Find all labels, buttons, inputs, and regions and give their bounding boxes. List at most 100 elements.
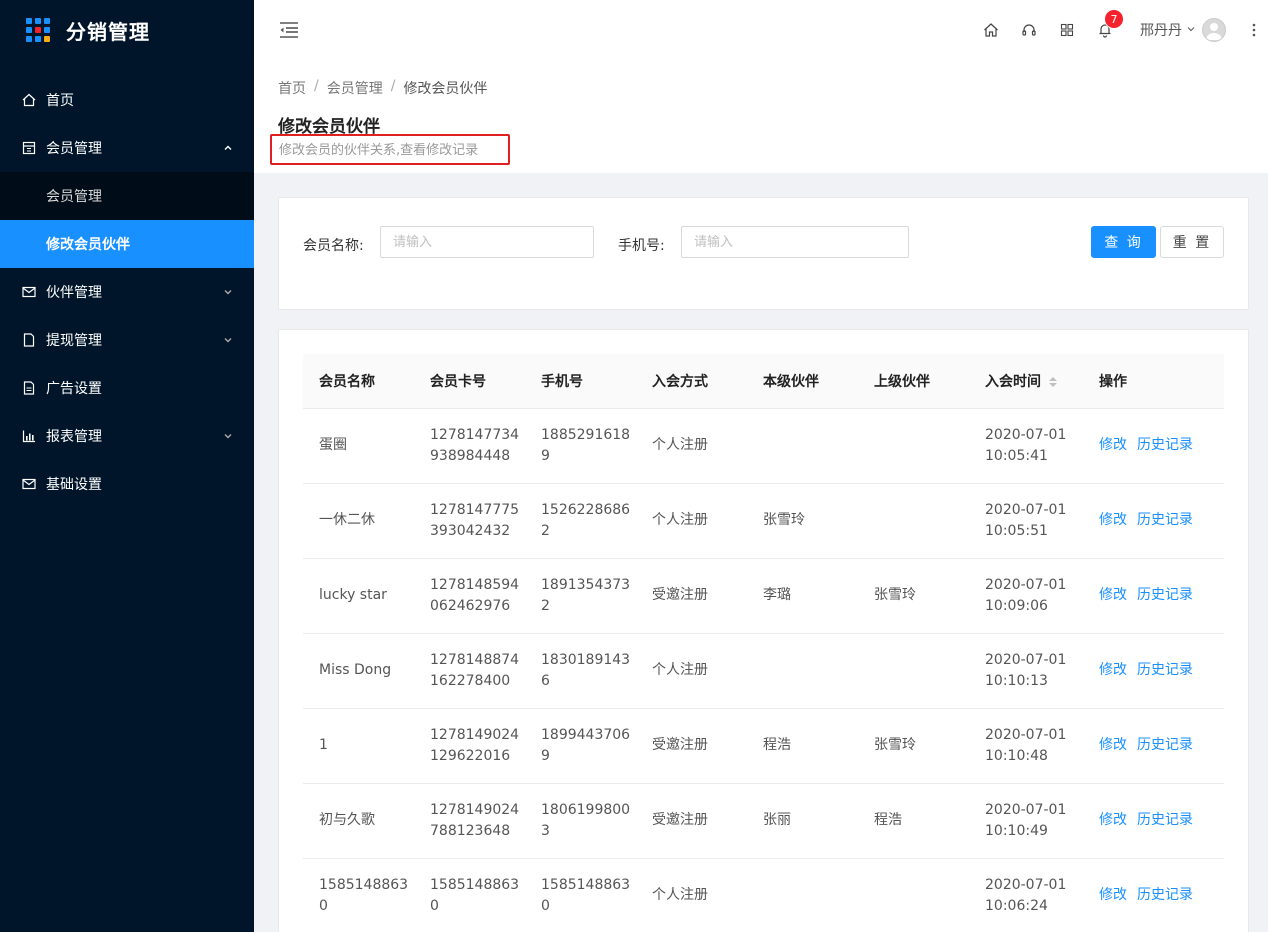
table-row: lucky star 1278148594062462976 18913543732… (303, 558, 1224, 634)
join-time: 10:10:49 (985, 822, 1048, 839)
breadcrumb-separator: / (314, 78, 319, 94)
cell-method: 个人注册 (636, 858, 747, 932)
cell-method: 个人注册 (636, 483, 747, 559)
sidebar-item-member-management[interactable]: 会员管理 (0, 124, 254, 172)
edit-link[interactable]: 修改 (1099, 737, 1127, 753)
cell-name: Miss Dong (303, 633, 414, 709)
headset-icon[interactable] (1020, 21, 1038, 39)
cell-partner: 李璐 (747, 558, 858, 634)
cell-card: 1278148594062462976 (414, 558, 525, 634)
query-button[interactable]: 查 询 (1091, 226, 1156, 258)
chevron-down-icon (222, 430, 234, 442)
cell-phone: 18913543732 (525, 558, 636, 634)
sidebar-subitem-edit-member-partner[interactable]: 修改会员伙伴 (0, 220, 254, 268)
cell-actions: 修改 历史记录 (1083, 633, 1224, 709)
more-vertical-icon[interactable] (1246, 22, 1262, 38)
sidebar-item-label: 伙伴管理 (46, 285, 102, 301)
breadcrumb: 首页 / 会员管理 / 修改会员伙伴 (278, 78, 1244, 98)
history-link[interactable]: 历史记录 (1137, 887, 1193, 903)
sidebar-item-basic-settings[interactable]: 基础设置 (0, 460, 254, 508)
cell-partner: 张丽 (747, 783, 858, 859)
join-time: 10:06:24 (985, 897, 1048, 914)
cell-phone: 18852916189 (525, 408, 636, 484)
sidebar-item-partner-management[interactable]: 伙伴管理 (0, 268, 254, 316)
menu-fold-icon[interactable] (278, 19, 300, 41)
sidebar-item-ad-settings[interactable]: 广告设置 (0, 364, 254, 412)
join-date: 2020-07-01 (985, 876, 1067, 893)
phone-input[interactable] (681, 226, 909, 258)
sidebar-item-label: 会员管理 (46, 141, 102, 157)
logo[interactable]: 分销管理 (0, 0, 254, 60)
mail-icon (22, 477, 36, 491)
sidebar-subitem-member-management[interactable]: 会员管理 (0, 172, 254, 220)
edit-link[interactable]: 修改 (1099, 437, 1127, 453)
submenu-member-management: 会员管理 修改会员伙伴 (0, 172, 254, 268)
history-link[interactable]: 历史记录 (1137, 812, 1193, 828)
sidebar-item-home[interactable]: 首页 (0, 76, 254, 124)
cell-name: 一休二休 (303, 483, 414, 559)
history-link[interactable]: 历史记录 (1137, 512, 1193, 528)
join-date: 2020-07-01 (985, 651, 1067, 668)
cell-join-time: 2020-07-01 10:10:49 (969, 783, 1083, 859)
user-name: 邢丹丹 (1140, 23, 1182, 39)
header-actions: 7 邢丹丹 (982, 0, 1268, 60)
cell-parent (858, 633, 969, 709)
cell-name: 15851488630 (303, 858, 414, 932)
breadcrumb-home[interactable]: 首页 (278, 78, 306, 98)
top-header: 7 邢丹丹 (254, 0, 1268, 60)
cell-join-time: 2020-07-01 10:05:41 (969, 408, 1083, 484)
sidebar-item-label: 首页 (46, 93, 74, 109)
appstore-icon[interactable] (1058, 21, 1076, 39)
cell-card: 1278147734938984448 (414, 408, 525, 484)
chevron-down-icon (1186, 22, 1196, 38)
cell-phone: 18061998003 (525, 783, 636, 859)
cell-parent (858, 858, 969, 932)
member-name-input[interactable] (380, 226, 594, 258)
sidebar-item-report-management[interactable]: 报表管理 (0, 412, 254, 460)
history-link[interactable]: 历史记录 (1137, 587, 1193, 603)
table-row: 蛋圈 1278147734938984448 18852916189 个人注册 2020… (303, 408, 1224, 484)
cell-method: 受邀注册 (636, 708, 747, 784)
cell-method: 个人注册 (636, 408, 747, 484)
edit-link[interactable]: 修改 (1099, 587, 1127, 603)
bar-chart-icon (22, 429, 36, 443)
join-date: 2020-07-01 (985, 501, 1067, 518)
cell-join-time: 2020-07-01 10:10:13 (969, 633, 1083, 709)
history-link[interactable]: 历史记录 (1137, 662, 1193, 678)
sidebar-item-label: 修改会员伙伴 (46, 237, 130, 253)
cell-join-time: 2020-07-01 10:06:24 (969, 858, 1083, 932)
history-link[interactable]: 历史记录 (1137, 737, 1193, 753)
cell-parent: 程浩 (858, 783, 969, 859)
sort-icon[interactable] (1049, 376, 1057, 387)
cell-name: 蛋圈 (303, 408, 414, 484)
breadcrumb-member-management[interactable]: 会员管理 (327, 78, 383, 98)
history-link[interactable]: 历史记录 (1137, 437, 1193, 453)
cell-method: 个人注册 (636, 633, 747, 709)
cell-name: 1 (303, 708, 414, 784)
cell-partner: 程浩 (747, 708, 858, 784)
chevron-down-icon (222, 334, 234, 346)
cell-actions: 修改 历史记录 (1083, 483, 1224, 559)
table-row: 1 1278149024129622016 18994437069 受邀注册 程浩 张雪玲… (303, 708, 1224, 784)
cell-join-time: 2020-07-01 10:10:48 (969, 708, 1083, 784)
join-time: 10:09:06 (985, 597, 1048, 614)
cell-card: 1278147775393042432 (414, 483, 525, 559)
cell-method: 受邀注册 (636, 783, 747, 859)
user-menu[interactable]: 邢丹丹 (1140, 18, 1226, 42)
home-icon[interactable] (982, 21, 1000, 39)
join-date: 2020-07-01 (985, 426, 1067, 443)
edit-link[interactable]: 修改 (1099, 512, 1127, 528)
table-row: 一休二休 1278147775393042432 15262286862 个人注册 张雪… (303, 483, 1224, 559)
bell-icon[interactable]: 7 (1096, 9, 1124, 39)
reset-button[interactable]: 重 置 (1160, 226, 1224, 258)
edit-link[interactable]: 修改 (1099, 662, 1127, 678)
sidebar-item-label: 广告设置 (46, 381, 102, 397)
edit-link[interactable]: 修改 (1099, 887, 1127, 903)
avatar[interactable] (1202, 18, 1226, 42)
cell-join-time: 2020-07-01 10:05:51 (969, 483, 1083, 559)
sidebar-item-withdrawal-management[interactable]: 提现管理 (0, 316, 254, 364)
member-name-label: 会员名称: (303, 238, 364, 254)
column-header-sortable[interactable]: 入会时间 (969, 354, 1083, 409)
document-icon (22, 381, 36, 395)
edit-link[interactable]: 修改 (1099, 812, 1127, 828)
